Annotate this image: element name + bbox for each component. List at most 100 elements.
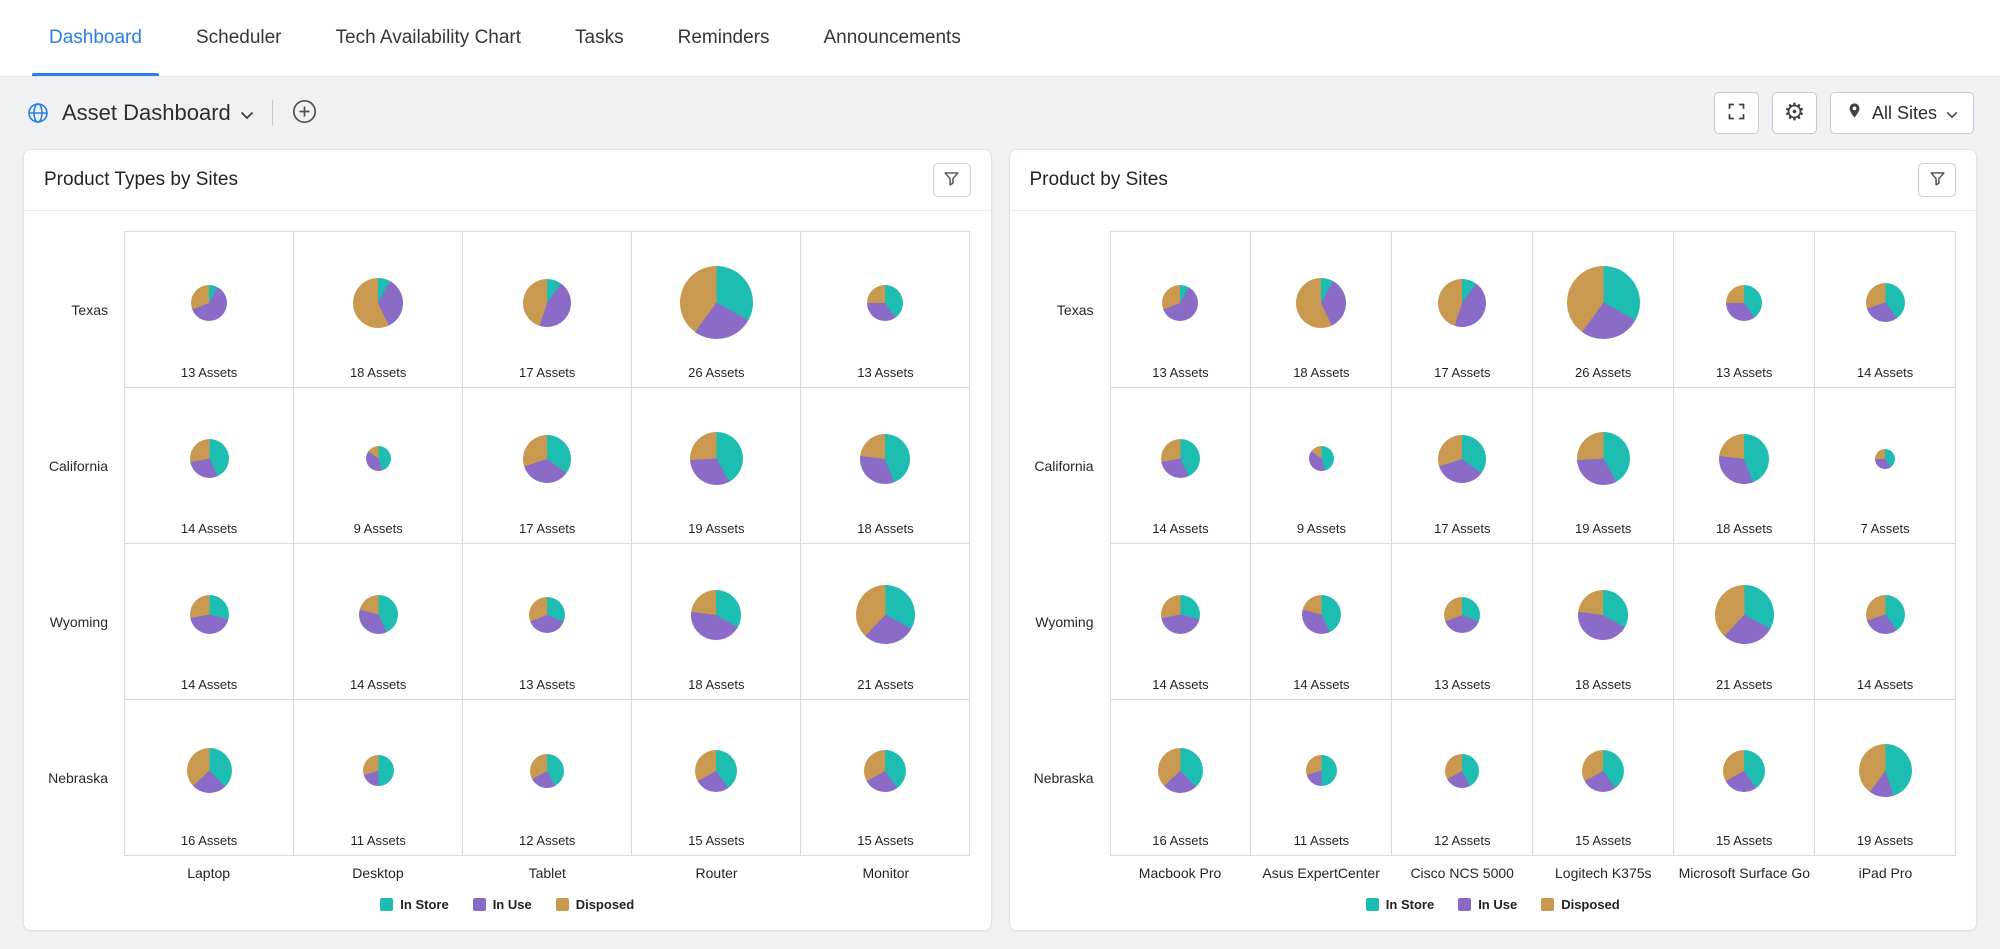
settings-button[interactable]: ⚙ — [1771, 92, 1817, 134]
tab-tasks[interactable]: Tasks — [548, 0, 651, 76]
pie-cell[interactable]: 11 Assets — [1250, 699, 1393, 856]
pie-chart[interactable] — [1582, 749, 1625, 792]
pie-cell[interactable]: 18 Assets — [1532, 543, 1675, 700]
pie-chart[interactable] — [189, 439, 229, 478]
pie-cell[interactable]: 13 Assets — [124, 231, 295, 388]
tab-dashboard[interactable]: Dashboard — [22, 0, 169, 76]
pie-chart[interactable] — [358, 595, 398, 634]
pie-chart[interactable] — [353, 277, 404, 328]
pie-chart[interactable] — [1858, 744, 1912, 797]
pie-chart[interactable] — [529, 596, 566, 633]
pie-chart[interactable] — [1305, 755, 1337, 786]
pie-chart[interactable] — [191, 284, 228, 321]
pie-chart[interactable] — [1160, 439, 1200, 478]
pie-chart[interactable] — [691, 589, 742, 640]
pie-cell[interactable]: 26 Assets — [631, 231, 802, 388]
pie-chart[interactable] — [530, 753, 565, 788]
fullscreen-button[interactable] — [1713, 92, 1759, 134]
tab-scheduler[interactable]: Scheduler — [169, 0, 309, 76]
pie-cell[interactable]: 18 Assets — [631, 543, 802, 700]
pie-chart[interactable] — [1566, 266, 1640, 339]
pie-chart[interactable] — [186, 748, 232, 793]
site-filter-dropdown[interactable]: All Sites — [1829, 92, 1974, 134]
pie-chart[interactable] — [695, 749, 738, 792]
pie-cell[interactable]: 17 Assets — [1391, 387, 1534, 544]
pie-chart[interactable] — [1726, 284, 1763, 321]
pie-chart[interactable] — [1160, 595, 1200, 634]
pie-chart[interactable] — [1719, 433, 1770, 484]
pie-chart[interactable] — [189, 595, 229, 634]
pie-cell[interactable]: 14 Assets — [1109, 543, 1252, 700]
pie-cell[interactable]: 13 Assets — [1109, 231, 1252, 388]
pie-cell[interactable]: 15 Assets — [1532, 699, 1675, 856]
pie-chart[interactable] — [523, 434, 572, 483]
pie-chart[interactable] — [1578, 589, 1629, 640]
pie-cell[interactable]: 7 Assets — [1814, 387, 1957, 544]
pie-chart[interactable] — [365, 446, 391, 471]
dashboard-title[interactable]: Asset Dashboard — [62, 100, 231, 126]
pie-chart[interactable] — [1875, 448, 1896, 469]
pie-chart[interactable] — [1308, 446, 1334, 471]
pie-cell[interactable]: 14 Assets — [1250, 543, 1393, 700]
pie-cell[interactable]: 9 Assets — [1250, 387, 1393, 544]
pie-chart[interactable] — [1444, 596, 1481, 633]
add-dashboard-button[interactable] — [291, 98, 318, 128]
pie-cell[interactable]: 13 Assets — [462, 543, 633, 700]
pie-cell[interactable]: 16 Assets — [124, 699, 295, 856]
pie-cell[interactable]: 14 Assets — [1109, 387, 1252, 544]
pie-chart[interactable] — [679, 266, 753, 339]
pie-cell[interactable]: 19 Assets — [1532, 387, 1675, 544]
pie-chart[interactable] — [855, 585, 915, 644]
pie-cell[interactable]: 14 Assets — [293, 543, 464, 700]
pie-cell[interactable]: 12 Assets — [462, 699, 633, 856]
pie-cell[interactable]: 13 Assets — [800, 231, 971, 388]
pie-cell[interactable]: 18 Assets — [800, 387, 971, 544]
pie-chart[interactable] — [1162, 284, 1199, 321]
pie-chart[interactable] — [523, 278, 572, 327]
pie-cell[interactable]: 19 Assets — [631, 387, 802, 544]
pie-cell[interactable]: 26 Assets — [1532, 231, 1675, 388]
pie-chart[interactable] — [864, 749, 907, 792]
pie-cell[interactable]: 14 Assets — [1814, 543, 1957, 700]
pie-chart[interactable] — [1438, 434, 1487, 483]
pie-cell[interactable]: 17 Assets — [462, 231, 633, 388]
pie-chart[interactable] — [860, 433, 911, 484]
pie-cell[interactable]: 15 Assets — [800, 699, 971, 856]
tab-tech-availability-chart[interactable]: Tech Availability Chart — [309, 0, 549, 76]
pie-cell[interactable]: 17 Assets — [1391, 231, 1534, 388]
pie-chart[interactable] — [1296, 277, 1347, 328]
pie-cell[interactable]: 9 Assets — [293, 387, 464, 544]
pie-cell[interactable]: 13 Assets — [1673, 231, 1816, 388]
pie-chart[interactable] — [1438, 278, 1487, 327]
pie-chart[interactable] — [867, 284, 904, 321]
tab-announcements[interactable]: Announcements — [797, 0, 988, 76]
pie-cell[interactable]: 21 Assets — [800, 543, 971, 700]
pie-cell[interactable]: 12 Assets — [1391, 699, 1534, 856]
pie-chart[interactable] — [1865, 283, 1905, 322]
filter-button[interactable] — [1918, 163, 1956, 197]
tab-reminders[interactable]: Reminders — [651, 0, 797, 76]
pie-cell[interactable]: 18 Assets — [293, 231, 464, 388]
pie-chart[interactable] — [1576, 432, 1630, 485]
pie-cell[interactable]: 21 Assets — [1673, 543, 1816, 700]
pie-cell[interactable]: 14 Assets — [124, 387, 295, 544]
pie-chart[interactable] — [689, 432, 743, 485]
pie-cell[interactable]: 15 Assets — [1673, 699, 1816, 856]
pie-cell[interactable]: 14 Assets — [1814, 231, 1957, 388]
pie-cell[interactable]: 16 Assets — [1109, 699, 1252, 856]
pie-cell[interactable]: 11 Assets — [293, 699, 464, 856]
pie-chart[interactable] — [362, 755, 394, 786]
pie-cell[interactable]: 19 Assets — [1814, 699, 1957, 856]
pie-chart[interactable] — [1445, 753, 1480, 788]
pie-cell[interactable]: 13 Assets — [1391, 543, 1534, 700]
pie-chart[interactable] — [1865, 595, 1905, 634]
pie-chart[interactable] — [1723, 749, 1766, 792]
filter-button[interactable] — [932, 163, 971, 197]
pie-chart[interactable] — [1157, 748, 1203, 793]
pie-cell[interactable]: 14 Assets — [124, 543, 295, 700]
chevron-down-icon[interactable] — [240, 111, 254, 120]
pie-cell[interactable]: 18 Assets — [1250, 231, 1393, 388]
pie-cell[interactable]: 18 Assets — [1673, 387, 1816, 544]
pie-chart[interactable] — [1714, 585, 1774, 644]
pie-cell[interactable]: 17 Assets — [462, 387, 633, 544]
